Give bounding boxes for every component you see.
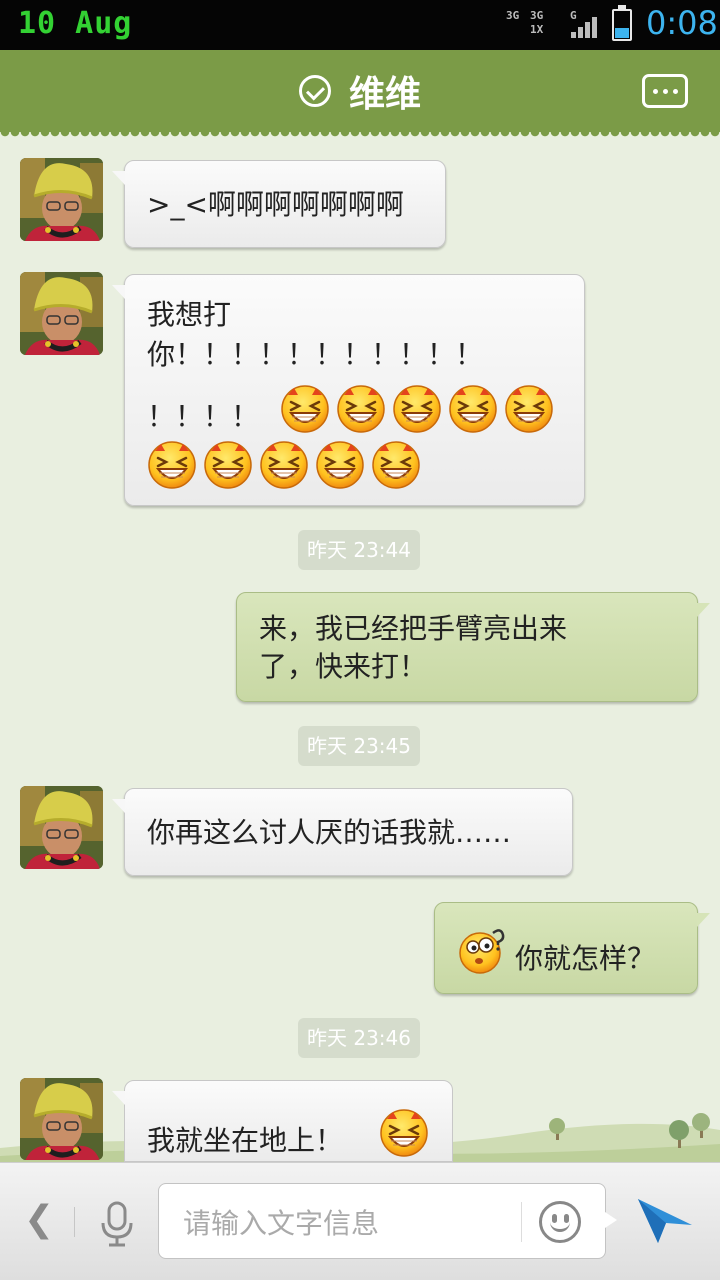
emoji-row [147,439,437,495]
paper-plane-icon[interactable] [636,1195,694,1247]
laughing-face-icon [392,384,442,433]
dot-icon [652,88,658,94]
chat-header: 维维 [0,50,720,138]
status-bar: 10 Aug 3G 3G 1X G 0:08 [0,0,720,50]
message-bubble-incoming[interactable]: 我就坐在地上！ [112,1080,453,1162]
laughing-face-icon [259,440,309,489]
contact-avatar[interactable] [20,272,103,355]
message-text: 你再这么讨人厌的话我就…… [147,816,512,849]
emoji-row [280,383,570,439]
laughing-face-icon [504,384,554,433]
dot-icon [672,88,678,94]
message-text-line: 你！！！！！！！！！！！ [147,338,484,371]
network-3g1x-label: 3G 1X [530,9,544,36]
message-bubble-outgoing[interactable]: 你就怎样？ [434,902,710,994]
battery-fill [615,28,629,38]
smiley-icon[interactable] [539,1201,581,1243]
message-input[interactable]: 请输入文字信息 [158,1183,617,1259]
message-timestamp: 昨天 23:46 [298,1018,420,1058]
laughing-face-icon [315,440,365,489]
microphone-icon[interactable] [98,1201,136,1247]
divider [521,1202,522,1242]
message-input-placeholder: 请输入文字信息 [183,1207,380,1240]
message-text-line: 来，我已经把手臂亮出来 [259,612,568,645]
status-date: 10 Aug [18,6,133,41]
chat-menu-button[interactable] [642,74,688,108]
battery-icon [612,5,632,41]
signal-icon [571,16,599,38]
message-bubble-incoming[interactable]: >_<啊啊啊啊啊啊啊 [112,160,446,248]
laughing-face-icon [448,384,498,433]
laughing-face-icon [147,440,197,489]
message-bubble-outgoing[interactable]: 来，我已经把手臂亮出来 了，快来打！ [236,592,710,702]
message-text: 我就坐在地上！ [147,1124,344,1157]
input-bar: ❮ 请输入文字信息 [0,1162,720,1280]
message-text-line: 我想打 [147,298,232,331]
chevron-left-icon[interactable]: ❮ [24,1199,54,1240]
status-time: 0:08 [646,4,718,42]
contact-avatar[interactable] [20,158,103,241]
laughing-face-icon [203,440,253,489]
laughing-face-icon [336,384,386,433]
confused-face-icon [458,929,505,975]
message-timestamp: 昨天 23:44 [298,530,420,570]
laughing-face-icon [371,440,421,489]
message-text-line: ！！！！ [147,400,260,433]
contact-avatar[interactable] [20,786,103,869]
laughing-face-icon [280,384,330,433]
message-text-line: 了，快来打！ [259,650,428,683]
dot-icon [662,88,668,94]
message-text: 你就怎样？ [515,942,656,975]
contact-avatar[interactable] [20,1078,103,1160]
message-text: >_<啊啊啊啊啊啊啊 [147,188,404,221]
divider [74,1207,75,1237]
contact-name[interactable]: 维维 [349,65,421,117]
message-timestamp: 昨天 23:45 [298,726,420,766]
message-bubble-incoming[interactable]: 我想打 你！！！！！！！！！！！ ！！！！ [112,274,585,506]
network-3g-label: 3G [506,9,520,22]
check-circle-icon [298,75,331,107]
laughing-face-icon [379,1108,429,1157]
message-bubble-incoming[interactable]: 你再这么讨人厌的话我就…… [112,788,573,876]
